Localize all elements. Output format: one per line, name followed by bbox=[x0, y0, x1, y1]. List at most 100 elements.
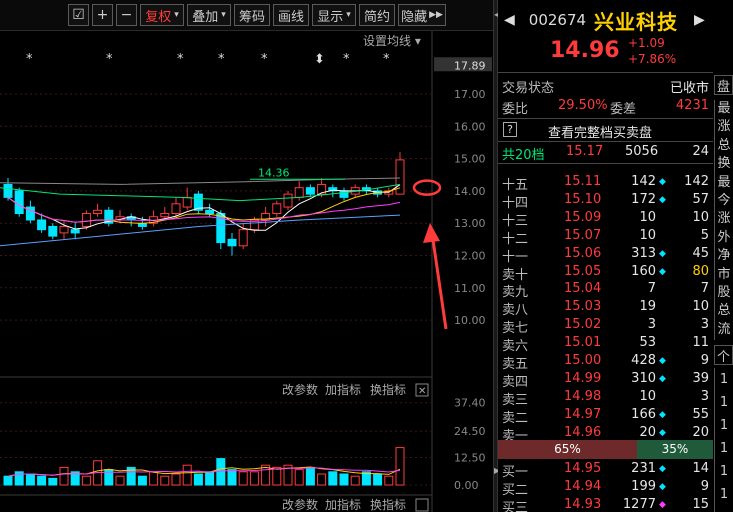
stock-trading-app: ☑ + − 复权 ▾ 叠加 ▾ 筹码 画线 显示 ▾ 简约 隐藏 ▶▶ 设置均线 ▾ 17… bbox=[0, 0, 733, 512]
fuquan-dropdown[interactable]: 复权 ▾ bbox=[140, 4, 184, 26]
volume-bar bbox=[249, 471, 259, 486]
volume-bar bbox=[272, 466, 282, 486]
level-count: 45 bbox=[692, 245, 709, 261]
candle-body[interactable] bbox=[93, 209, 103, 215]
stock-name: 兴业科技 bbox=[594, 9, 679, 34]
overlay-dropdown[interactable]: 叠加 ▾ bbox=[187, 4, 231, 26]
drawline-button[interactable]: 画线 bbox=[273, 4, 309, 26]
level-price: 15.05 bbox=[564, 263, 602, 279]
side-tab-top[interactable]: 盘 bbox=[714, 75, 733, 95]
close-icon[interactable] bbox=[415, 498, 429, 512]
candle-body[interactable] bbox=[3, 183, 13, 198]
weibi-row: 委比 29.50% 委差 4231 bbox=[498, 96, 713, 117]
side-tab-mid[interactable]: 个 bbox=[714, 345, 733, 365]
chips-button[interactable]: 筹码 bbox=[234, 4, 270, 26]
level-price: 15.00 bbox=[564, 353, 602, 368]
candle-body[interactable] bbox=[14, 190, 24, 215]
candle-body[interactable] bbox=[283, 193, 293, 208]
level-volume: 1277 bbox=[622, 497, 656, 512]
weicha-label: 委差 bbox=[610, 102, 637, 117]
level-count: 14 bbox=[692, 461, 709, 476]
expand-right-icon[interactable]: ▶ bbox=[494, 466, 500, 475]
side-stat-label: 最 bbox=[717, 101, 731, 116]
plus-icon[interactable]: + bbox=[92, 4, 113, 26]
trade-status-label: 交易状态 bbox=[502, 81, 555, 96]
level-marker: ◆ bbox=[659, 373, 666, 384]
minus-icon[interactable]: − bbox=[116, 4, 137, 26]
indicator-link: 改参数 bbox=[282, 382, 318, 397]
candle-body[interactable] bbox=[48, 225, 58, 237]
overlay-label: 叠加 bbox=[192, 9, 219, 25]
volume-bar bbox=[305, 466, 315, 486]
level-marker: ◆ bbox=[659, 356, 666, 366]
candle-body[interactable] bbox=[227, 238, 237, 247]
side-stat-label: 总 bbox=[717, 137, 731, 153]
volume-bar bbox=[81, 475, 91, 486]
level-marker: ◆ bbox=[659, 248, 666, 259]
level-volume: 20 bbox=[639, 424, 656, 440]
depth-total-vol: 5056 bbox=[625, 144, 659, 159]
indicator-link: 加指标 bbox=[325, 382, 361, 397]
candle-body[interactable] bbox=[70, 229, 80, 234]
level-count: 7 bbox=[700, 281, 709, 297]
volume-bar bbox=[373, 473, 383, 486]
depth-total-price: 15.17 bbox=[566, 144, 604, 159]
event-marker: * bbox=[177, 52, 184, 67]
chart-toolbar: ☑ + − 复权 ▾ 叠加 ▾ 筹码 画线 显示 ▾ 简约 隐藏 ▶▶ bbox=[0, 0, 493, 31]
side-stat-value: 1 bbox=[719, 395, 729, 410]
candle-body[interactable] bbox=[205, 209, 215, 215]
close-icon-glyph: ✕ bbox=[418, 386, 426, 397]
display-dropdown[interactable]: 显示 ▾ bbox=[312, 4, 356, 26]
level-count: 10 bbox=[692, 299, 709, 315]
checkbox-icon[interactable]: ☑ bbox=[68, 4, 89, 26]
simple-button[interactable]: 简约 bbox=[359, 4, 395, 26]
full-depth-link[interactable]: 查看完整档买卖盘 bbox=[548, 122, 652, 141]
level-count: 15 bbox=[692, 497, 709, 512]
side-stat-value: 1 bbox=[719, 372, 729, 387]
level-volume: 166 bbox=[631, 406, 656, 422]
volume-bar bbox=[294, 469, 304, 486]
side-stat-label: 股 bbox=[717, 284, 731, 300]
next-stock-icon[interactable]: ▶ bbox=[694, 12, 705, 28]
candle-body[interactable] bbox=[294, 187, 304, 198]
prev-stock-icon[interactable]: ◀ bbox=[504, 12, 515, 28]
level-price: 15.09 bbox=[564, 209, 602, 225]
weibi-separator bbox=[498, 118, 713, 119]
level-volume: 7 bbox=[647, 281, 656, 297]
kline-chart[interactable]: 设置均线 ▾ 17.89 17.00 16.00 15.00 14.00 13.00 12.0… bbox=[0, 31, 493, 512]
highlight-arrow bbox=[430, 232, 448, 330]
candle-body[interactable] bbox=[37, 219, 47, 231]
help-icon[interactable]: ? bbox=[503, 122, 517, 137]
candle-body[interactable] bbox=[160, 213, 170, 218]
side-stat-label: 净 bbox=[717, 248, 731, 264]
volume-bar bbox=[193, 473, 203, 486]
level-volume: 428 bbox=[631, 353, 656, 368]
volume-bar bbox=[238, 471, 248, 486]
full-depth-row[interactable]: ? 查看完整档买卖盘 bbox=[498, 120, 713, 141]
collapse-left-icon[interactable]: ◀ bbox=[494, 10, 500, 19]
candle-body[interactable] bbox=[238, 229, 248, 247]
candle-body[interactable] bbox=[81, 213, 91, 227]
level-volume: 10 bbox=[639, 209, 656, 225]
level-count: 142 bbox=[684, 174, 709, 189]
price-change: +1.09 bbox=[628, 36, 665, 50]
volume-bar bbox=[205, 471, 215, 486]
candle-body[interactable] bbox=[272, 203, 282, 215]
level-count: 9 bbox=[700, 353, 709, 368]
hide-button[interactable]: 隐藏 ▶▶ bbox=[398, 4, 446, 26]
side-stats-column-2: 1 1 1 1 1 1 bbox=[714, 368, 733, 512]
level-count: 55 bbox=[692, 406, 709, 422]
level-marker: ◆ bbox=[659, 482, 666, 493]
candle-body[interactable] bbox=[182, 196, 192, 208]
level-count: 20 bbox=[692, 424, 709, 440]
volume-bar bbox=[339, 473, 349, 486]
level-volume: 53 bbox=[639, 335, 656, 351]
candle-body[interactable] bbox=[171, 203, 181, 215]
buy-level-row[interactable]: 买三 14.93 1277 ◆ 15 bbox=[498, 495, 713, 512]
candle-body[interactable] bbox=[305, 187, 315, 195]
candle-body[interactable] bbox=[59, 225, 69, 234]
level-count: 39 bbox=[692, 370, 709, 386]
price-block: 14.96 +1.09 +7.86% bbox=[498, 36, 713, 72]
side-stat-label: 涨 bbox=[717, 211, 731, 227]
level-volume: 231 bbox=[631, 461, 656, 476]
